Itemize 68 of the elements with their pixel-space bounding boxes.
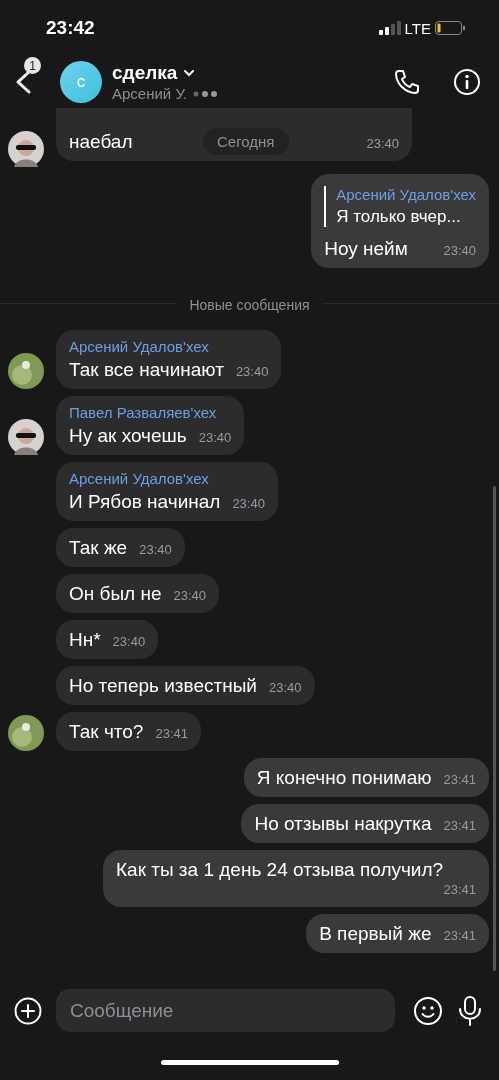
message-text: Так же [69,536,128,559]
message-bubble[interactable]: Арсений Удалов'хех Я только вчер... Ноу нейм 23:40 [311,174,489,268]
avatar-icon[interactable] [8,353,44,389]
battery-icon [435,21,465,35]
message-time: 23:41 [443,771,476,789]
message-text: Но отзывы накрутка [254,812,432,835]
back-icon[interactable] [14,69,32,95]
message-bubble[interactable]: Но отзывы накрутка 23:41 [241,804,489,843]
quote-text: Я только вчер... [336,207,462,227]
reply-quote[interactable]: Арсений Удалов'хех Я только вчер... [324,186,476,227]
avatar-icon[interactable] [8,419,44,455]
sender-name: Арсений Удалов'хех [69,470,210,487]
message-time: 23:40 [268,679,302,697]
message-text: Ну ак хочешь [69,424,187,447]
message-time: 23:41 [443,817,476,835]
message-bubble[interactable]: Как ты за 1 день 24 отзыва получил? 23:41 [103,850,489,907]
message-bubble[interactable]: Так же 23:40 [56,528,185,567]
message-bubble[interactable]: Но теперь известный 23:40 [56,666,315,705]
message-text: Нн* [69,628,101,651]
message-text: наебал [69,130,133,153]
message-bubble[interactable]: Я конечно понимаю 23:41 [243,758,489,797]
add-icon[interactable] [14,996,42,1025]
quote-author: Арсений Удалов'хех [336,186,476,203]
message-bubble[interactable]: В первый же 23:41 [306,914,489,953]
status-time: 23:42 [46,17,95,39]
chevron-down-icon[interactable] [183,69,196,77]
message-time: 23:40 [232,495,265,513]
avatar-icon[interactable] [8,715,44,751]
message-time: 23:41 [443,881,476,899]
message-bubble[interactable]: Нн* 23:40 [56,620,159,659]
chat-subtitle: Арсений У. [112,85,188,102]
scrollbar[interactable] [493,486,496,971]
emoji-icon[interactable] [413,995,443,1026]
message-time: 23:40 [173,587,207,605]
phone-icon[interactable] [393,68,421,96]
info-icon[interactable] [453,68,481,96]
message-time: 23:40 [443,242,476,260]
message-time: 23:41 [443,927,476,945]
message-time: 23:41 [155,725,188,743]
message-text: И Рябов начинал [69,490,221,513]
message-input[interactable]: Сообщение [56,989,395,1032]
message-text: Я конечно понимаю [256,766,432,789]
message-text: Так все начинают [69,358,224,381]
network-label: LTE [404,19,431,37]
message-bubble[interactable]: Он был не 23:40 [56,574,220,613]
message-bubble[interactable]: Арсений Удалов'хех Так все начинают 23:40 [56,330,282,389]
message-time: 23:40 [139,541,172,559]
message-bubble[interactable]: Павел Разваляев'хех Ну ак хочешь 23:40 [56,396,245,455]
message-bubble[interactable]: Арсений Удалов'хех И Рябов начинал 23:40 [56,462,278,521]
sender-name: Арсений Удалов'хех [69,338,210,355]
chat-title[interactable]: сделка [112,62,178,84]
message-bubble[interactable]: Так что? 23:41 [56,712,201,751]
message-text: Так что? [69,720,144,743]
signal-icon [378,21,401,35]
message-time: 23:40 [366,135,399,153]
date-pill: Сегодня [203,128,289,155]
message-text: Как ты за 1 день 24 отзыва получил? [116,858,444,881]
message-text: Ноу нейм [324,237,408,260]
message-text: Но теперь известный [69,674,257,697]
message-text: В первый же [319,922,432,945]
message-text: Он был не [69,582,162,605]
avatar-icon[interactable] [8,131,44,167]
microphone-icon[interactable] [457,994,483,1027]
sender-name: Павел Разваляев'хех [69,404,218,421]
message-time: 23:40 [235,363,269,381]
unread-badge: 1 [24,57,41,74]
message-time: 23:40 [112,633,146,651]
message-time: 23:40 [198,429,232,447]
